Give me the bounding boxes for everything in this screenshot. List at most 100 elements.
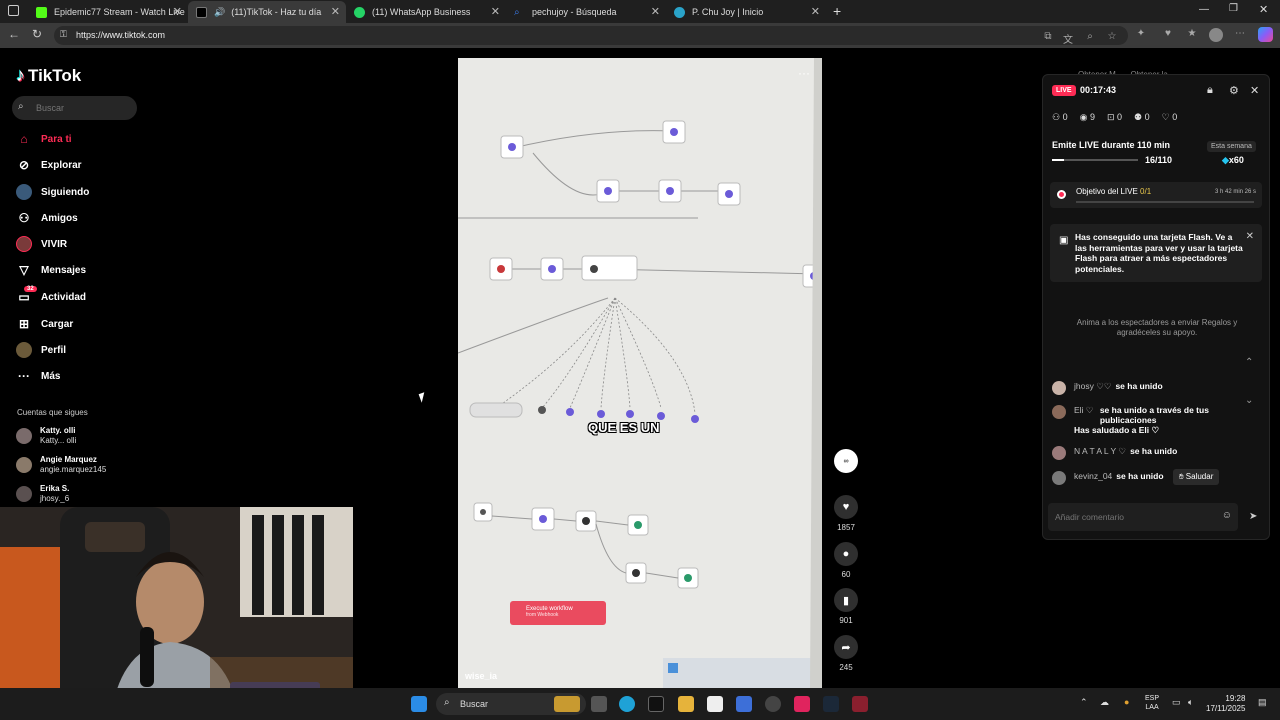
sidebar-item-explorar[interactable]: ⊘ Explorar (16, 154, 82, 176)
week-selector[interactable]: Esta semana (1207, 141, 1256, 152)
sidebar-item-vivir[interactable]: VIVIR (16, 233, 67, 255)
workflow-canvas-image (458, 58, 822, 688)
search-box[interactable]: ⌕ (12, 96, 137, 120)
tab-kick[interactable]: Epidemic77 Stream - Watch Live ✕ (28, 1, 188, 23)
emoji-icon[interactable]: ☺ (1222, 510, 1232, 521)
close-window-icon[interactable]: ✕ (1259, 3, 1268, 16)
tab-search[interactable]: ⌕ pechujoy - Búsqueda ✕ (506, 1, 666, 23)
close-icon[interactable]: ✕ (1250, 84, 1259, 97)
sidebar-item-actividad[interactable]: ▭ 32 Actividad (16, 286, 86, 308)
search-input[interactable] (36, 100, 131, 116)
tab-title: (11) WhatsApp Business (372, 7, 471, 17)
comment-input[interactable] (1055, 509, 1215, 525)
tab-actions-icon[interactable] (8, 5, 19, 16)
tiktok-logo[interactable]: ♪ TikTok (16, 65, 81, 86)
live-badge: LIVE (1052, 85, 1076, 96)
live-objective[interactable]: Objetivo del LIVE 0/1 3 h 42 min 26 s (1050, 182, 1262, 208)
following-item[interactable]: Erika S. jhosy._6 (16, 481, 69, 507)
progress-fill (1052, 159, 1065, 161)
save-button[interactable]: ▮ 901 (834, 588, 858, 625)
live-timer: 00:17:43 (1080, 85, 1117, 95)
tab-whatsapp[interactable]: (11) WhatsApp Business ✕ (346, 1, 506, 23)
address-bar[interactable]: ⚿ https://www.tiktok.com ⧉ 文 ⌕ ☆ (54, 26, 1128, 46)
share-button[interactable]: ➦ 245 (834, 635, 858, 672)
gifts-stat: ⊡ 0 (1106, 112, 1123, 122)
zoom-icon[interactable]: ⌕ (1084, 31, 1096, 43)
flash-card-text: Has conseguido una tarjeta Flash. Ve a l… (1075, 232, 1243, 274)
sidebar-item-cargar[interactable]: ⊞ Cargar (16, 313, 73, 335)
close-icon[interactable]: ✕ (651, 5, 660, 18)
notifications-icon[interactable]: ▤ (1258, 697, 1267, 708)
tiktok-app-icon[interactable] (648, 696, 664, 712)
video-player[interactable]: Execute workflow from Webhook QUE ES UN … (458, 58, 822, 688)
sidebar-item-amigos[interactable]: ⚇ Amigos (16, 207, 78, 229)
tab-pchujoy[interactable]: P. Chu Joy | Inicio ✕ (666, 1, 826, 23)
lock-icon[interactable]: 🔒︎ (1207, 84, 1213, 97)
app-active-icon[interactable] (852, 696, 868, 712)
video-username[interactable]: wise_ia (465, 671, 497, 681)
avatar: ∞ (834, 449, 858, 473)
tiktok-live-studio-icon[interactable] (794, 696, 810, 712)
chevron-up-icon[interactable]: ⌃ (1080, 697, 1088, 708)
tab-tiktok[interactable]: 🔊 (11)TikTok - Haz tu día ✕ (188, 1, 346, 23)
creator-avatar[interactable]: ∞ (834, 449, 858, 473)
favorite-star-icon[interactable]: ☆ (1106, 31, 1118, 43)
following-item[interactable]: Katty. olli Katty... olli (16, 423, 76, 449)
flash-card-notice: ▣ Has conseguido una tarjeta Flash. Ve a… (1050, 224, 1262, 282)
task-view-icon[interactable] (591, 696, 607, 712)
minimize-icon[interactable]: — (1199, 4, 1209, 15)
taskbar-search[interactable]: ⌕ Buscar (436, 693, 586, 715)
send-icon[interactable]: ➤ (1249, 511, 1257, 522)
site-info-icon[interactable]: ⚿ (60, 29, 67, 40)
video-more-icon[interactable]: ··· (798, 66, 810, 80)
chevron-up-icon[interactable]: ⌃ (1245, 357, 1253, 368)
like-button[interactable]: ♥ 1857 (834, 495, 858, 532)
address-bar-row: ← ↻ ⚿ https://www.tiktok.com ⧉ 文 ⌕ ☆ ✦ ♥… (0, 23, 1280, 48)
sidebar-item-mensajes[interactable]: ▽ Mensajes (16, 259, 86, 281)
app-icon[interactable] (736, 696, 752, 712)
objective-progress-bar (1076, 201, 1254, 203)
microphone-icon[interactable]: ● (1124, 697, 1129, 707)
close-icon[interactable]: ✕ (331, 5, 340, 18)
following-item[interactable]: Angie Marquez angie.marquez145 (16, 452, 106, 478)
obs-icon[interactable] (765, 696, 781, 712)
translate-icon[interactable]: 文 (1062, 31, 1074, 46)
video-caption: QUE ES UN (588, 420, 660, 435)
close-icon[interactable]: ✕ (173, 5, 182, 18)
copilot-icon[interactable] (1258, 27, 1273, 42)
settings-icon[interactable]: ⚙ (1229, 84, 1239, 97)
volume-icon[interactable]: 🔈︎ (1188, 697, 1193, 708)
network-icon[interactable]: ▭ (1172, 697, 1181, 708)
saludar-button[interactable]: ✋︎ Saludar (1173, 469, 1220, 485)
windows-start-icon[interactable] (411, 696, 427, 712)
close-icon[interactable]: ✕ (811, 5, 820, 18)
maximize-icon[interactable]: ❐ (1229, 3, 1238, 14)
comment-box[interactable]: ☺ (1048, 503, 1238, 531)
sidebar-item-mas[interactable]: ··· Más (16, 365, 60, 387)
sidebar-item-siguiendo[interactable]: Siguiendo (16, 181, 89, 203)
sidebar-item-perfil[interactable]: Perfil (16, 339, 66, 361)
profile-avatar[interactable] (1209, 28, 1223, 42)
comment-button[interactable]: ● 60 (834, 542, 858, 579)
chevron-down-icon[interactable]: ⌄ (1245, 395, 1253, 406)
onedrive-icon[interactable]: ☁ (1100, 697, 1109, 708)
capcut-icon[interactable] (707, 696, 723, 712)
new-tab-button[interactable]: + (833, 3, 841, 19)
edge-icon[interactable] (619, 696, 635, 712)
browser-essentials-icon[interactable]: ♥ (1162, 28, 1174, 40)
favorites-icon[interactable]: ★ (1186, 28, 1198, 40)
extensions-icon[interactable]: ✦ (1135, 28, 1147, 40)
sidebar-item-para-ti[interactable]: ⌂ Para ti (16, 128, 71, 150)
system-clock[interactable]: 19:28 17/11/2025 (1206, 694, 1245, 714)
close-icon[interactable]: ✕ (491, 5, 500, 18)
steam-icon[interactable] (823, 696, 839, 712)
open-app-icon[interactable]: ⧉ (1042, 31, 1054, 43)
search-icon: ⌕ (444, 697, 450, 708)
back-icon[interactable]: ← (8, 27, 20, 41)
file-explorer-icon[interactable] (678, 696, 694, 712)
menu-icon[interactable]: ⋯ (1234, 28, 1246, 40)
speaker-icon[interactable]: 🔊 (214, 7, 225, 18)
language-indicator[interactable]: ESP LAA (1145, 694, 1159, 712)
reload-icon[interactable]: ↻ (32, 27, 42, 41)
close-icon[interactable]: ✕ (1246, 231, 1254, 242)
